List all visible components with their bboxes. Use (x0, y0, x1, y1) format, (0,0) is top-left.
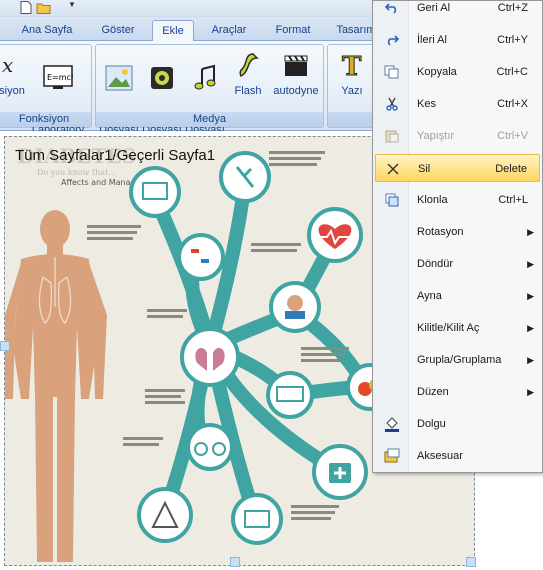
tab-ana-sayfa[interactable]: Ana Sayfa (14, 20, 80, 41)
svg-text:Do you know that...: Do you know that... (37, 168, 116, 177)
svg-text:E=mc²: E=mc² (47, 73, 73, 82)
image-file-icon (103, 62, 135, 94)
submenu-arrow-icon: ▶ (527, 227, 534, 237)
undo-icon (383, 0, 401, 16)
tab-goster[interactable]: Göster (90, 20, 146, 41)
menu-item-dondur[interactable]: Döndür ▶ (375, 250, 540, 278)
menu-item-sil[interactable]: Sil Delete (375, 154, 540, 182)
svg-text:x: x (2, 53, 13, 77)
tab-ekle[interactable]: Ekle (152, 20, 194, 41)
function-x-icon: x (0, 49, 29, 81)
menu-item-kes[interactable]: Kes Ctrl+X (375, 90, 540, 118)
physics-formula-icon: E=mc² (42, 62, 74, 94)
clapper-icon (280, 49, 312, 81)
new-file-icon[interactable] (18, 0, 34, 14)
group-fonksiyon: x siyon E=mc² Physics Laboratory Fonksiy… (0, 44, 92, 136)
function-button[interactable]: x siyon (0, 49, 27, 98)
submenu-arrow-icon: ▶ (527, 387, 534, 397)
submenu-arrow-icon: ▶ (527, 323, 534, 333)
group-label-text (328, 112, 376, 127)
fill-bucket-icon (383, 416, 401, 432)
menu-item-grupla[interactable]: Grupla/Gruplama ▶ (375, 346, 540, 374)
menu-item-aksesuar[interactable]: Aksesuar (375, 442, 540, 470)
cut-icon (383, 96, 401, 112)
flash-icon (232, 49, 264, 81)
selection-handle-bottom[interactable] (230, 557, 240, 567)
delete-x-icon (384, 161, 402, 177)
human-figure-illustration (5, 210, 107, 562)
tab-araclar[interactable]: Araçlar (201, 20, 257, 41)
selection-handle-left[interactable] (0, 341, 10, 351)
menu-item-ileri-al[interactable]: İleri Al Ctrl+Y (375, 26, 540, 54)
menu-item-dolgu[interactable]: Dolgu (375, 410, 540, 438)
menu-item-klonla[interactable]: Klonla Ctrl+L (375, 186, 540, 214)
redo-icon (383, 32, 401, 48)
context-menu: Geri Al Ctrl+Z İleri Al Ctrl+Y Kopyala C… (372, 0, 543, 473)
video-file-icon (146, 62, 178, 94)
svg-text:T: T (342, 52, 362, 80)
text-button[interactable]: T Yazı (332, 49, 372, 98)
page-breadcrumb: Tüm Sayfalar1/Geçerli Sayfa1 (15, 147, 216, 164)
submenu-arrow-icon: ▶ (527, 259, 534, 269)
tab-format[interactable]: Format (265, 20, 321, 41)
svg-text:Affects and Manage: Affects and Manage (61, 178, 141, 187)
submenu-arrow-icon: ▶ (527, 291, 534, 301)
audio-file-icon (189, 62, 221, 94)
menu-item-ayna[interactable]: Ayna ▶ (375, 282, 540, 310)
group-text: T Yazı (327, 44, 377, 128)
clone-icon (383, 192, 401, 208)
group-medya: Resim Dosyası Video Dosyası Ses Dosyası … (95, 44, 324, 136)
menu-item-kilitle[interactable]: Kilitle/Kilit Aç ▶ (375, 314, 540, 342)
qat-customize-arrow-icon[interactable]: ▼ (68, 0, 76, 9)
accessory-icon (383, 448, 401, 464)
menu-item-duzen[interactable]: Düzen ▶ (375, 378, 540, 406)
autodyne-button[interactable]: autodyne (271, 49, 321, 98)
menu-item-rotasyon[interactable]: Rotasyon ▶ (375, 218, 540, 246)
menu-item-yapistir: Yapıştır Ctrl+V (375, 122, 540, 150)
open-folder-icon[interactable] (36, 0, 52, 14)
group-label-medya: Medya (96, 112, 323, 127)
paste-icon (383, 128, 401, 144)
group-label-fonksiyon: Fonksiyon (0, 112, 91, 127)
menu-item-geri-al[interactable]: Geri Al Ctrl+Z (375, 0, 540, 22)
text-t-icon: T (336, 49, 368, 81)
flash-button[interactable]: Flash (228, 49, 268, 98)
selection-handle-bottom-right[interactable] (466, 557, 476, 567)
menu-item-kopyala[interactable]: Kopyala Ctrl+C (375, 58, 540, 86)
submenu-arrow-icon: ▶ (527, 355, 534, 365)
copy-icon (383, 64, 401, 80)
